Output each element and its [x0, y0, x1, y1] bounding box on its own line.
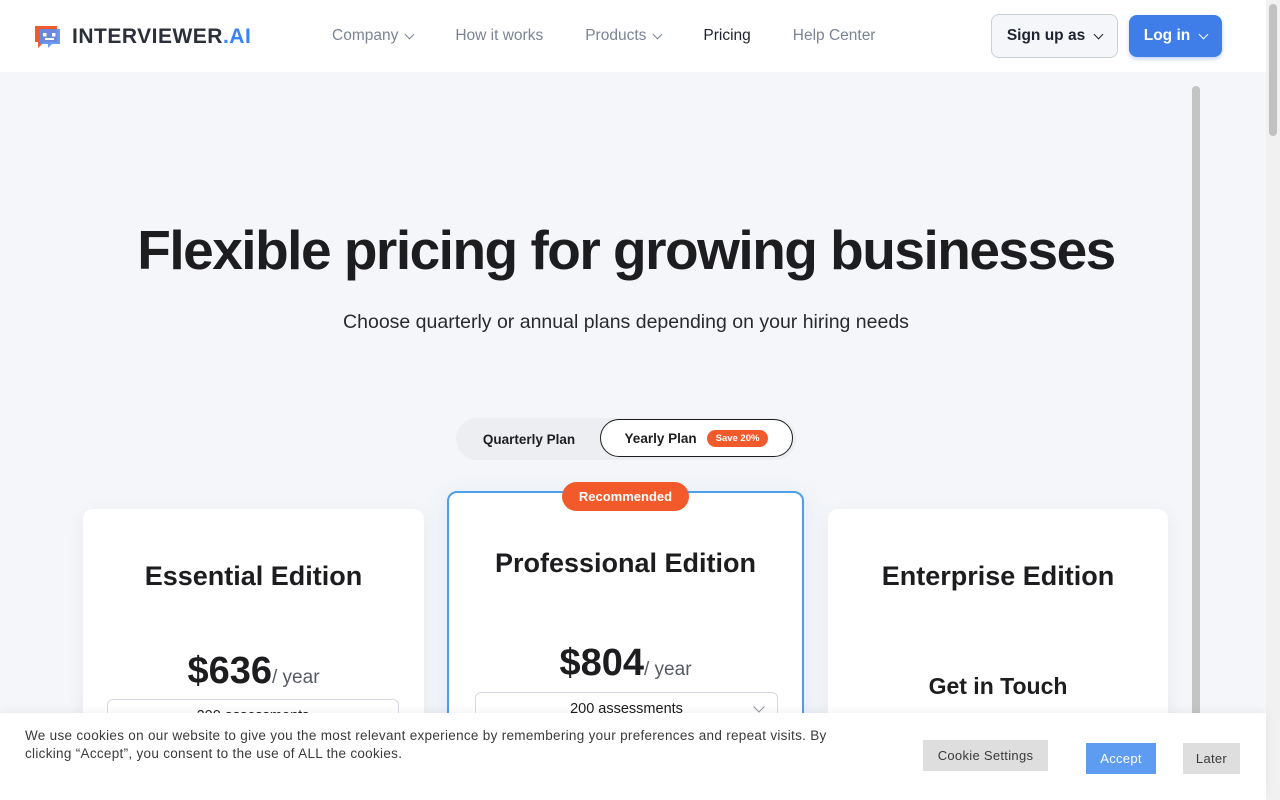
content-scrollbar-thumb[interactable] [1192, 86, 1200, 726]
plan-price: $804/ year [449, 642, 802, 685]
nav-item-label: Help Center [792, 27, 876, 44]
log-in-label: Log in [1143, 27, 1191, 44]
nav-item-label: Products [585, 27, 647, 44]
page-scrollbar[interactable] [1266, 0, 1280, 800]
get-in-touch-text: Get in Touch [928, 673, 1068, 699]
cookie-settings-button[interactable]: Cookie Settings [923, 740, 1048, 771]
price-amount: $804 [559, 642, 644, 684]
nav-item-products[interactable]: Products [585, 27, 663, 45]
page-subtitle: Choose quarterly or annual plans dependi… [343, 311, 909, 333]
nav-item-label: Pricing [703, 27, 751, 44]
log-in-button[interactable]: Log in [1129, 15, 1222, 57]
recommended-badge: Recommended [562, 482, 689, 511]
brand-name: INTERVIEWER.AI [72, 25, 251, 49]
price-period: / year [272, 667, 320, 688]
chevron-down-icon [1198, 29, 1209, 39]
accept-cookies-button[interactable]: Accept [1086, 743, 1156, 774]
brand-name-main: INTERVIEWER [72, 25, 223, 48]
sign-up-label: Sign up as [1006, 27, 1086, 44]
plan-price: $636/ year [83, 650, 424, 693]
cookie-consent-bar: We use cookies on our website to give yo… [0, 713, 1266, 800]
chevron-down-icon [404, 29, 415, 39]
chevron-down-icon [1093, 29, 1104, 39]
nav-item-label: How it works [455, 27, 544, 44]
nav-item-label: Company [332, 27, 399, 44]
yearly-plan-label: Yearly Plan [624, 430, 697, 446]
brand-name-suffix: .AI [222, 25, 252, 48]
nav-item-help-center[interactable]: Help Center [793, 27, 876, 45]
main-nav: Company How it works Products Pricing He… [332, 0, 917, 72]
billing-period-toggle: Quarterly Plan Yearly Plan Save 20% [456, 418, 796, 460]
sign-up-as-button[interactable]: Sign up as [991, 14, 1118, 58]
page-title: Flexible pricing for growing businesses [137, 219, 1116, 281]
price-amount: $636 [187, 650, 272, 692]
quarterly-plan-label: Quarterly Plan [482, 431, 576, 447]
nav-item-how-it-works[interactable]: How it works [455, 27, 543, 45]
yearly-plan-option[interactable]: Yearly Plan Save 20% [600, 419, 793, 457]
chevron-down-icon [652, 29, 663, 39]
nav-item-company[interactable]: Company [332, 27, 415, 45]
chevron-down-icon [753, 701, 765, 713]
save-badge: Save 20% [706, 429, 769, 447]
site-header: INTERVIEWER.AI Company How it works Prod… [0, 0, 1266, 72]
cookie-message: We use cookies on our website to give yo… [25, 728, 827, 761]
quarterly-plan-option[interactable]: Quarterly Plan [456, 418, 602, 460]
price-period: / year [644, 659, 692, 680]
page-scrollbar-thumb[interactable] [1269, 4, 1277, 136]
nav-item-pricing[interactable]: Pricing [703, 27, 750, 45]
plan-title: Essential Edition [144, 561, 363, 591]
plan-title: Enterprise Edition [881, 561, 1115, 591]
plan-title: Professional Edition [494, 548, 757, 578]
chat-bubble-logo-icon [32, 22, 62, 52]
brand-logo[interactable]: INTERVIEWER.AI [32, 22, 251, 52]
later-button[interactable]: Later [1183, 743, 1240, 774]
